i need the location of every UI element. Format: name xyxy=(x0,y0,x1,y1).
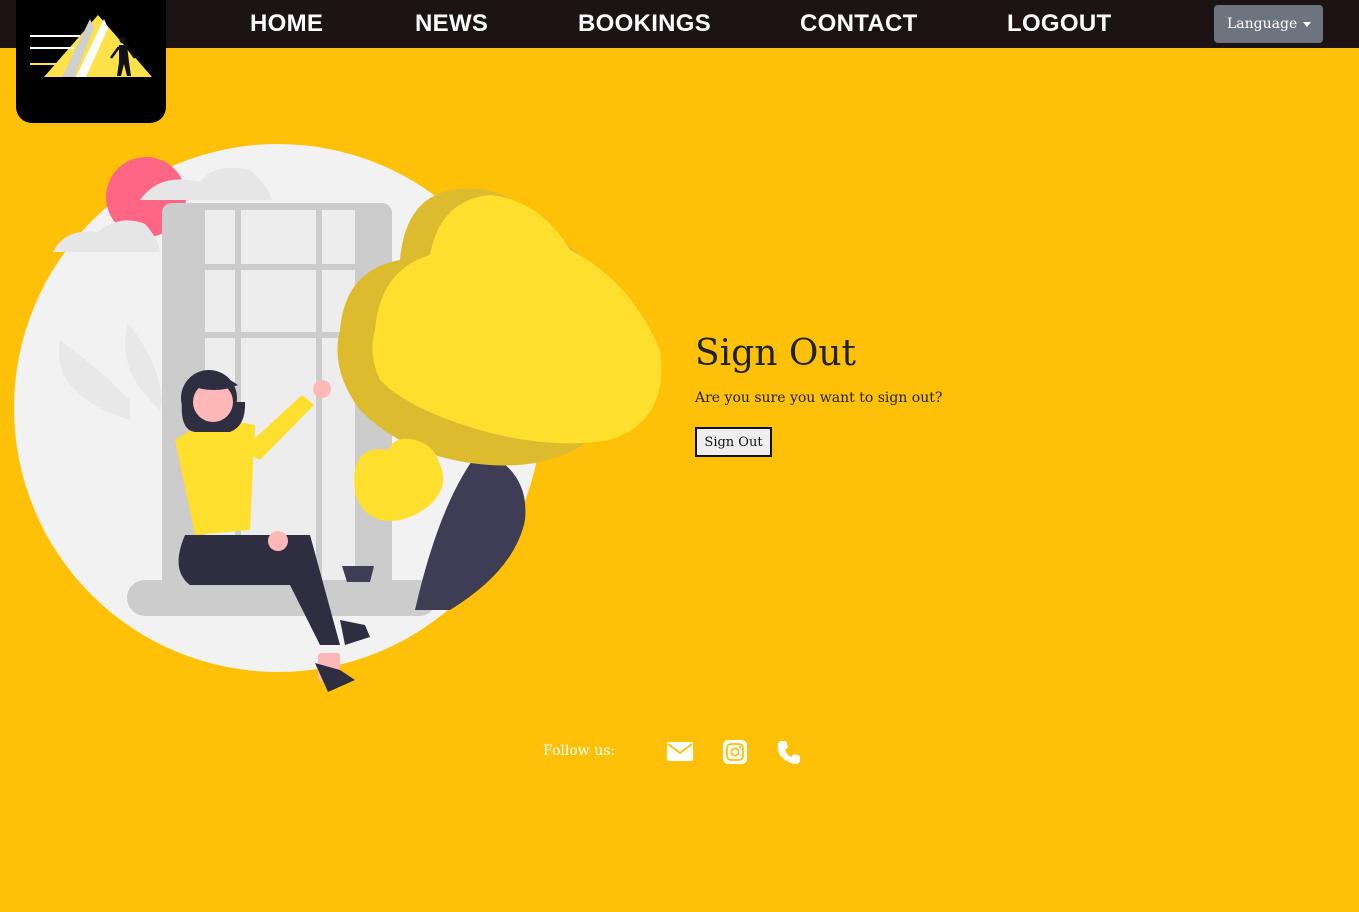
signout-illustration xyxy=(14,144,662,692)
instagram-icon[interactable] xyxy=(722,739,748,765)
logo-icon xyxy=(30,15,152,77)
page-title: Sign Out xyxy=(695,333,857,374)
sign-out-button[interactable]: Sign Out xyxy=(695,427,772,457)
envelope-icon[interactable] xyxy=(667,739,693,765)
language-dropdown-button[interactable]: Language xyxy=(1214,5,1323,43)
nav-home-link[interactable]: HOME xyxy=(250,0,323,48)
logo[interactable] xyxy=(16,0,166,123)
nav-logout-link[interactable]: LOGOUT xyxy=(1007,0,1111,48)
nav-news-link[interactable]: NEWS xyxy=(415,0,488,48)
language-label: Language xyxy=(1227,16,1298,32)
caret-down-icon xyxy=(1303,22,1311,27)
phone-icon[interactable] xyxy=(776,739,802,765)
signout-message: Are you sure you want to sign out? xyxy=(695,390,943,406)
top-navbar: HOME NEWS BOOKINGS CONTACT LOGOUT Langua… xyxy=(0,0,1359,48)
nav-contact-link[interactable]: CONTACT xyxy=(800,0,918,48)
follow-us-label: Follow us: xyxy=(543,743,616,759)
nav-bookings-link[interactable]: BOOKINGS xyxy=(578,0,711,48)
